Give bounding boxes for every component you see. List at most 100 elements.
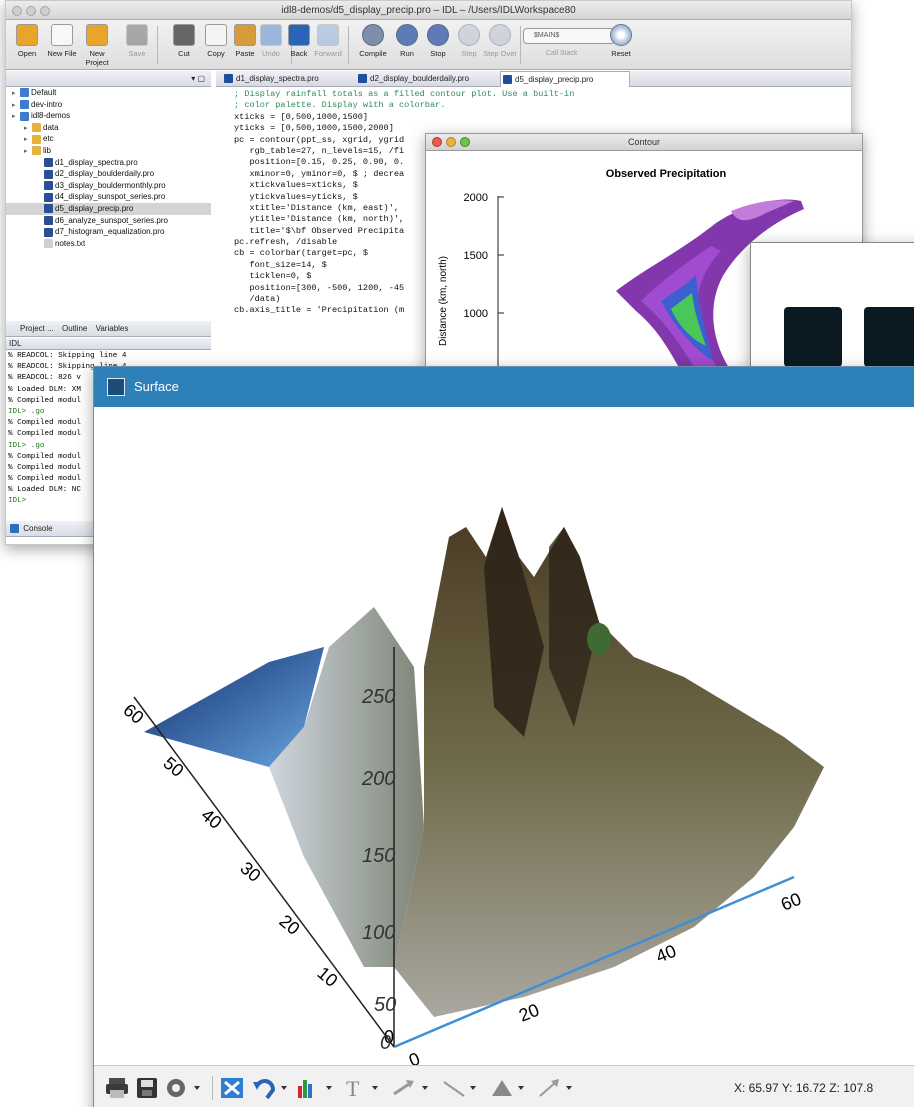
editor-tab-label: d2_display_boulderdaily.pro [370, 74, 470, 83]
zoom-window-button[interactable] [40, 6, 50, 16]
tab-project[interactable]: Project ... [20, 324, 56, 333]
tree-item-label: d3_display_bouldermonthly.pro [55, 180, 166, 190]
save-button[interactable] [134, 1076, 160, 1100]
tree-item[interactable]: d4_display_sunspot_series.pro [6, 191, 211, 203]
tab-d2-display-boulderdaily[interactable]: d2_display_boulderdaily.pro [356, 71, 496, 87]
pro-icon [44, 215, 53, 225]
toolbar-button-label: Run [400, 49, 414, 58]
new-file-button[interactable]: New File [44, 24, 80, 58]
reset-view-button[interactable] [219, 1076, 247, 1100]
run-icon [396, 24, 418, 46]
print-button[interactable] [104, 1076, 130, 1100]
printer-icon [106, 1078, 128, 1098]
toolbar-separator [520, 26, 521, 64]
cut-button[interactable]: Cut [166, 24, 202, 58]
txt-icon [44, 239, 53, 249]
y-tick-label: 10 [313, 963, 341, 991]
z-tick-label: 100 [362, 922, 395, 944]
toolbar-button-label: Forward [314, 49, 342, 58]
x-tick-label: 60 [778, 889, 804, 915]
tab-d5-display-precip[interactable]: d5_display_precip.pro [500, 71, 630, 87]
main-level-combo[interactable]: $MAIN$ [523, 28, 615, 44]
tab-console[interactable]: Console [23, 524, 52, 533]
step-over-button[interactable]: Step Over [482, 24, 518, 58]
tree-item[interactable]: d3_display_bouldermonthly.pro [6, 180, 211, 192]
tab-d1-display-spectra[interactable]: d1_display_spectra.pro [222, 71, 342, 87]
pro-file-icon [503, 75, 512, 84]
toolbar-separator [348, 26, 349, 64]
surface-plot[interactable]: 60 50 40 30 20 10 0 250 200 150 100 50 0… [94, 407, 914, 1065]
tree-item-label: notes.txt [55, 238, 86, 248]
console-line: % READCOL: Skipping line 4 [8, 352, 127, 360]
tree-item[interactable]: d2_display_boulderdaily.pro [6, 168, 211, 180]
surface-window-title: Surface [134, 379, 179, 394]
x-tick-label: 0 [406, 1048, 423, 1065]
view-menu-icon[interactable]: ▾ ▢ [191, 71, 205, 87]
y-tick-label: 20 [275, 911, 303, 939]
tree-item-label: dev-intro [31, 99, 63, 109]
tree-item[interactable]: d6_analyze_sunspot_series.pro [6, 215, 211, 227]
compile-button[interactable]: Compile [355, 24, 391, 58]
close-window-button[interactable] [12, 6, 22, 16]
toolbar-button-label: Step [461, 49, 477, 58]
back-arrow-icon [288, 24, 310, 46]
copy-icon [205, 24, 227, 46]
undo-dropdown-button[interactable] [251, 1076, 291, 1100]
tree-item[interactable]: ▸ data [6, 122, 211, 134]
chart-type-dropdown-button[interactable] [294, 1076, 338, 1100]
reset-icon [610, 24, 632, 46]
save-icon [126, 24, 148, 46]
shape-tool-dropdown-button[interactable] [488, 1076, 532, 1100]
tree-item-label: d6_analyze_sunspot_series.pro [55, 215, 168, 225]
arrow-tool-dropdown-button[interactable] [536, 1076, 580, 1100]
forward-arrow-icon [317, 24, 339, 46]
lake-feature [587, 623, 611, 655]
open-button[interactable]: Open [9, 24, 45, 58]
editor-tab-label: d5_display_precip.pro [515, 75, 594, 84]
tab-variables[interactable]: Variables [96, 324, 129, 333]
tree-item[interactable]: ▸ Default [6, 87, 211, 99]
line-tool-dropdown-button[interactable] [440, 1076, 484, 1100]
tree-item-label: d2_display_boulderdaily.pro [55, 169, 155, 179]
close-window-button[interactable] [432, 137, 442, 147]
console-header-label: IDL [9, 339, 22, 348]
tree-item[interactable]: ▸ lib [6, 145, 211, 157]
left-pane-tabs: Project ... Outline Variables [6, 321, 211, 337]
tree-item[interactable]: ▸ etc [6, 133, 211, 145]
console-icon [10, 524, 19, 534]
tree-item[interactable]: d1_display_spectra.pro [6, 157, 211, 169]
toolbar-button-label: Open [17, 49, 37, 58]
x-tick-label: 20 [516, 1000, 542, 1026]
tree-item[interactable]: d5_display_precip.pro [6, 202, 211, 215]
editor-tab-bar: d1_display_spectra.pro d2_display_boulde… [216, 71, 851, 87]
toolbar-button-label: Paste [235, 49, 255, 58]
y-tick-label: 1000 [464, 308, 488, 320]
save-icon [137, 1078, 157, 1098]
text-tool-dropdown-button[interactable]: T [342, 1076, 386, 1101]
toolbar-button-label: Stop [430, 49, 446, 58]
tree-item[interactable]: notes.txt [6, 238, 211, 250]
arrow-tool-icon [539, 1079, 572, 1097]
z-tick-label: 250 [361, 686, 395, 708]
pro-icon [44, 227, 53, 237]
tab-outline[interactable]: Outline [62, 324, 87, 333]
pro-file-icon [224, 74, 233, 83]
tree-item[interactable]: ▸ dev-intro [6, 99, 211, 111]
pro-file-icon [358, 74, 367, 83]
fit-arrows-icon [221, 1078, 243, 1098]
stop-icon [427, 24, 449, 46]
zoom-window-button[interactable] [460, 137, 470, 147]
settings-dropdown-button[interactable] [164, 1076, 204, 1100]
reset-button[interactable]: Reset [603, 24, 639, 58]
save-button[interactable]: Save [119, 24, 155, 58]
forward-button[interactable]: Forward [310, 24, 346, 58]
toolbar-button-label: New Project [85, 49, 109, 67]
minimize-window-button[interactable] [26, 6, 36, 16]
arrow-annotation-dropdown-button[interactable] [390, 1076, 436, 1100]
new-project-button[interactable]: New Project [79, 24, 115, 67]
minimize-window-button[interactable] [446, 137, 456, 147]
tree-item[interactable]: ▸ idl8-demos [6, 110, 211, 122]
toolbar-button-label: New File [47, 49, 77, 58]
tree-item[interactable]: d7_histogram_equalization.pro [6, 226, 211, 238]
tree-item-label: Default [31, 88, 57, 97]
